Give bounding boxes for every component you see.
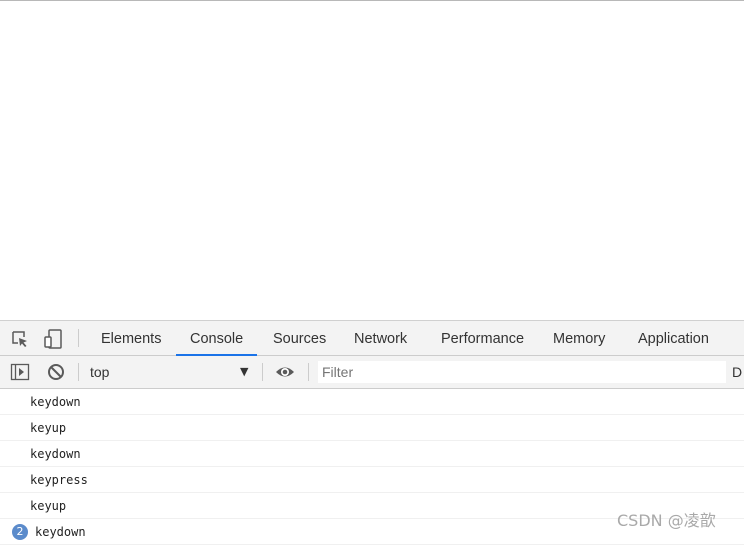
tab-elements[interactable]: Elements — [101, 321, 161, 355]
repeat-count-badge: 2 — [12, 524, 28, 540]
page-viewport — [0, 0, 744, 321]
inspect-element-icon[interactable] — [10, 329, 30, 349]
tab-performance[interactable]: Performance — [441, 321, 524, 355]
tab-memory[interactable]: Memory — [553, 321, 605, 355]
filter-input[interactable] — [318, 361, 726, 383]
toolbar-overflow-text[interactable]: D — [732, 356, 742, 388]
log-entry: keydown — [0, 389, 744, 415]
sidebar-toggle-icon[interactable] — [10, 362, 30, 382]
tab-sources[interactable]: Sources — [273, 321, 326, 355]
log-message: keydown — [30, 447, 81, 461]
devtools-tabbar: Elements Console Sources Network Perform… — [0, 321, 744, 356]
context-selector[interactable]: top — [90, 356, 109, 388]
toolbar-separator — [78, 363, 79, 381]
toolbar-separator — [308, 363, 309, 381]
clear-console-icon[interactable] — [46, 362, 66, 382]
tab-network[interactable]: Network — [354, 321, 407, 355]
log-entry: keypress — [0, 467, 744, 493]
log-message: keydown — [35, 525, 86, 539]
log-entry: keyup — [0, 415, 744, 441]
watermark: CSDN @凌歆 — [617, 511, 716, 530]
log-message: keydown — [30, 395, 81, 409]
log-message: keyup — [30, 421, 67, 435]
log-message: keyup — [30, 499, 67, 513]
console-toolbar: top ▼ D — [0, 356, 744, 389]
tabbar-separator — [78, 329, 79, 347]
log-message: keypress — [30, 473, 88, 487]
tab-console[interactable]: Console — [175, 321, 258, 356]
log-entry: keydown — [0, 441, 744, 467]
tab-application[interactable]: Application — [638, 321, 709, 355]
dropdown-arrow-icon[interactable]: ▼ — [240, 356, 248, 388]
eye-icon[interactable] — [275, 362, 295, 382]
device-toolbar-icon[interactable] — [44, 329, 64, 349]
devtools-panel: Elements Console Sources Network Perform… — [0, 320, 744, 545]
toolbar-separator — [262, 363, 263, 381]
